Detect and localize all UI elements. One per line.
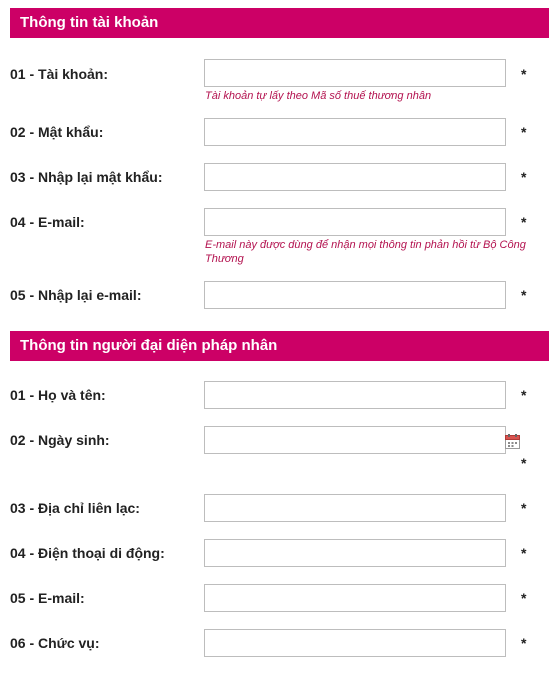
account-email-input[interactable]: [204, 208, 506, 236]
account-email-label: 04 - E-mail:: [10, 214, 85, 230]
account-password-required: *: [521, 124, 527, 140]
rep-mobile-label: 04 - Điện thoại di động:: [10, 545, 165, 561]
representative-section-header: Thông tin người đại diện pháp nhân: [10, 331, 549, 361]
rep-mobile-input[interactable]: [204, 539, 506, 567]
rep-mobile-required: *: [521, 545, 527, 561]
account-confirm-password-input[interactable]: [204, 163, 506, 191]
rep-address-required: *: [521, 500, 527, 516]
account-confirm-email-input[interactable]: [204, 281, 506, 309]
rep-fullname-input[interactable]: [204, 381, 506, 409]
rep-address-input[interactable]: [204, 494, 506, 522]
rep-position-required: *: [521, 635, 527, 651]
rep-email-input[interactable]: [204, 584, 506, 612]
account-username-input[interactable]: [204, 59, 506, 87]
calendar-icon[interactable]: [505, 434, 520, 449]
account-section-header: Thông tin tài khoản: [10, 8, 549, 38]
account-confirm-email-required: *: [521, 287, 527, 303]
account-email-hint: E-mail này được dùng để nhận mọi thông t…: [205, 239, 526, 265]
account-password-input[interactable]: [204, 118, 506, 146]
account-confirm-password-label: 03 - Nhập lại mật khẩu:: [10, 169, 163, 185]
rep-position-label: 06 - Chức vụ:: [10, 635, 100, 651]
account-username-label: 01 - Tài khoản:: [10, 66, 109, 82]
rep-birthdate-required: *: [521, 455, 527, 471]
rep-fullname-required: *: [521, 387, 527, 403]
rep-fullname-label: 01 - Họ và tên:: [10, 387, 106, 403]
account-confirm-password-required: *: [521, 169, 527, 185]
rep-address-label: 03 - Địa chỉ liên lạc:: [10, 500, 140, 516]
account-username-required: *: [521, 66, 527, 82]
rep-birthdate-label: 02 - Ngày sinh:: [10, 432, 110, 448]
account-confirm-email-label: 05 - Nhập lại e-mail:: [10, 287, 142, 303]
rep-birthdate-input[interactable]: [204, 426, 506, 454]
rep-email-required: *: [521, 590, 527, 606]
account-email-required: *: [521, 214, 527, 230]
account-password-label: 02 - Mật khẩu:: [10, 124, 104, 140]
rep-email-label: 05 - E-mail:: [10, 590, 85, 606]
rep-position-input[interactable]: [204, 629, 506, 657]
account-username-hint: Tài khoản tự lấy theo Mã số thuế thương …: [205, 90, 432, 102]
